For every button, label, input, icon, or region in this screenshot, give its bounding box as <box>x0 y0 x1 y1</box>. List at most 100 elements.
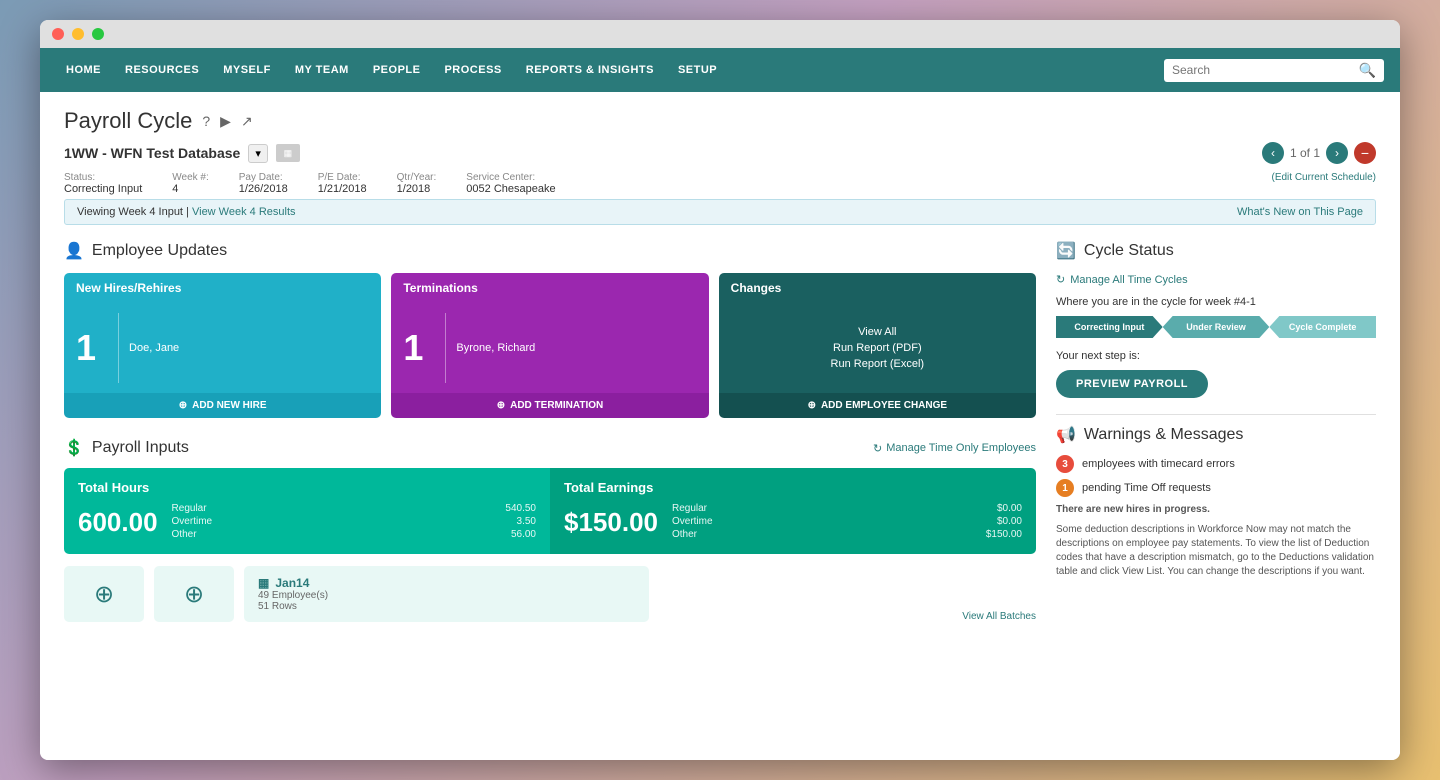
qtr-value: 1/2018 <box>397 183 431 195</box>
nav-resources[interactable]: RESOURCES <box>115 58 209 82</box>
hires-divider <box>118 313 119 383</box>
divider <box>1056 414 1376 415</box>
payroll-inputs-header-row: 💲 Payroll Inputs ↻ Manage Time Only Empl… <box>64 438 1036 458</box>
nav-setup[interactable]: SETUP <box>668 58 727 82</box>
banner-text: Viewing Week 4 Input | <box>77 206 189 218</box>
terms-card-body: 1 Byrone, Richard <box>391 303 708 393</box>
hours-regular-row: Regular 540.50 <box>172 503 536 514</box>
subtitle-text: 1WW - WFN Test Database <box>64 145 240 161</box>
earnings-main: $150.00 Regular $0.00 Overtime $0.00 <box>564 503 1022 542</box>
meta-week: Week #: 4 <box>172 172 209 195</box>
pay-date-label: Pay Date: <box>239 172 288 183</box>
cycle-steps: Correcting Input Under Review Cycle Comp… <box>1056 316 1376 338</box>
changes-card-body: View All Run Report (PDF) Run Report (Ex… <box>719 303 1036 393</box>
maximize-dot[interactable] <box>92 28 104 40</box>
hours-other-row: Other 56.00 <box>172 529 536 540</box>
prev-page-button[interactable]: ‹ <box>1262 142 1284 164</box>
manage-icon: ↻ <box>1056 273 1065 286</box>
payroll-icon: 💲 <box>64 438 84 458</box>
new-hires-warning: There are new hires in progress. <box>1056 503 1376 517</box>
search-icon: 🔍 <box>1359 62 1376 79</box>
warnings-header: 📢 Warnings & Messages <box>1056 425 1376 445</box>
add-termination-button[interactable]: ⊕ ADD TERMINATION <box>391 393 708 418</box>
step-under-review: Under Review <box>1163 316 1270 338</box>
dropdown-button[interactable]: ▾ <box>248 144 268 163</box>
week-value: 4 <box>172 183 178 195</box>
terms-card-title: Terminations <box>391 273 708 303</box>
view-results-link[interactable]: View Week 4 Results <box>192 206 296 218</box>
nav-reports[interactable]: REPORTS & INSIGHTS <box>516 58 664 82</box>
qtr-label: Qtr/Year: <box>397 172 437 183</box>
add-batch-button-2[interactable]: ⊕ <box>154 566 234 622</box>
warning-text-2: pending Time Off requests <box>1082 482 1211 494</box>
next-page-button[interactable]: › <box>1326 142 1348 164</box>
week-label: Week #: <box>172 172 209 183</box>
add-new-hire-button[interactable]: ⊕ ADD NEW HIRE <box>64 393 381 418</box>
two-col-layout: 👤 Employee Updates New Hires/Rehires 1 D… <box>64 241 1376 622</box>
warning-badge-2: 1 <box>1056 479 1074 497</box>
meta-pay-date: Pay Date: 1/26/2018 <box>239 172 288 195</box>
changes-links: View All Run Report (PDF) Run Report (Ex… <box>731 313 1024 383</box>
grid-view-icon[interactable]: ▦ <box>276 144 300 162</box>
terms-count: 1 <box>403 313 435 383</box>
whats-new-link[interactable]: What's New on This Page <box>1237 206 1363 218</box>
hires-name: Doe, Jane <box>129 313 369 383</box>
warning-text-1: employees with timecard errors <box>1082 458 1235 470</box>
add-employee-change-button[interactable]: ⊕ ADD EMPLOYEE CHANGE <box>719 393 1036 418</box>
search-input[interactable] <box>1172 63 1353 77</box>
nav-people[interactable]: PEOPLE <box>363 58 431 82</box>
batch-info-card: ▦ Jan14 49 Employee(s) 51 Rows <box>244 566 649 622</box>
warning-icon: 📢 <box>1056 425 1076 445</box>
nav-my-team[interactable]: MY TEAM <box>285 58 359 82</box>
view-all-batches-link[interactable]: View All Batches <box>962 611 1036 622</box>
edit-schedule-link[interactable]: (Edit Current Schedule) <box>1272 172 1377 195</box>
minimize-dot[interactable] <box>72 28 84 40</box>
add-batch-button-1[interactable]: ⊕ <box>64 566 144 622</box>
total-earnings-card: Total Earnings $150.00 Regular $0.00 Ove… <box>550 468 1036 554</box>
employee-cards: New Hires/Rehires 1 Doe, Jane ⊕ ADD NEW … <box>64 273 1036 418</box>
right-column: 🔄 Cycle Status ↻ Manage All Time Cycles … <box>1056 241 1376 622</box>
main-content: Payroll Cycle ? ▶ ↗ 1WW - WFN Test Datab… <box>40 92 1400 760</box>
new-hires-card: New Hires/Rehires 1 Doe, Jane ⊕ ADD NEW … <box>64 273 381 418</box>
preview-payroll-button[interactable]: PREVIEW PAYROLL <box>1056 370 1208 398</box>
page-title-row: Payroll Cycle ? ▶ ↗ <box>64 108 1376 134</box>
add-hire-icon: ⊕ <box>179 400 187 411</box>
deduction-warning: Some deduction descriptions in Workforce… <box>1056 523 1376 579</box>
table-icon: ▦ <box>258 576 269 590</box>
earnings-regular-row: Regular $0.00 <box>672 503 1022 514</box>
nav-myself[interactable]: MYSELF <box>213 58 281 82</box>
search-bar: 🔍 <box>1164 59 1384 82</box>
nav-home[interactable]: HOME <box>56 58 111 82</box>
expand-icon[interactable]: ↗ <box>241 113 253 130</box>
cycle-status-section: 🔄 Cycle Status ↻ Manage All Time Cycles … <box>1056 241 1376 398</box>
hours-breakdown: Regular 540.50 Overtime 3.50 Other 56.00 <box>172 503 536 542</box>
meta-status: Status: Correcting Input <box>64 172 142 195</box>
earnings-breakdown: Regular $0.00 Overtime $0.00 Other $150.… <box>672 503 1022 542</box>
help-icon[interactable]: ? <box>202 113 210 129</box>
nav-process[interactable]: PROCESS <box>434 58 511 82</box>
manage-cycles-link[interactable]: ↻ Manage All Time Cycles <box>1056 273 1376 286</box>
close-dot[interactable] <box>52 28 64 40</box>
info-banner: Viewing Week 4 Input | View Week 4 Resul… <box>64 199 1376 225</box>
terminations-card: Terminations 1 Byrone, Richard ⊕ ADD TER… <box>391 273 708 418</box>
cycle-status-header: 🔄 Cycle Status <box>1056 241 1376 261</box>
run-report-excel-link[interactable]: Run Report (Excel) <box>731 358 1024 370</box>
employee-updates-title: Employee Updates <box>92 242 227 260</box>
banner-viewing: Viewing Week 4 Input | View Week 4 Resul… <box>77 206 296 218</box>
hours-overtime-row: Overtime 3.50 <box>172 516 536 527</box>
manage-time-link[interactable]: ↻ Manage Time Only Employees <box>873 442 1036 455</box>
meta-pe-date: P/E Date: 1/21/2018 <box>318 172 367 195</box>
video-icon[interactable]: ▶ <box>220 113 231 130</box>
earnings-overtime-row: Overtime $0.00 <box>672 516 1022 527</box>
add-term-icon: ⊕ <box>497 400 505 411</box>
status-value: Correcting Input <box>64 183 142 195</box>
payroll-cards: Total Hours 600.00 Regular 540.50 Overti… <box>64 468 1036 554</box>
run-report-pdf-link[interactable]: Run Report (PDF) <box>731 342 1024 354</box>
view-all-changes-link[interactable]: View All <box>731 326 1024 338</box>
manage-time-icon: ↻ <box>873 442 882 455</box>
batch-row: ⊕ ⊕ ▦ Jan14 49 Employee(s) 51 Rows <box>64 566 1036 622</box>
employee-icon: 👤 <box>64 241 84 261</box>
remove-button[interactable]: − <box>1354 142 1376 164</box>
payroll-inputs-header: 💲 Payroll Inputs <box>64 438 189 458</box>
batch-title: ▦ Jan14 <box>258 576 635 590</box>
